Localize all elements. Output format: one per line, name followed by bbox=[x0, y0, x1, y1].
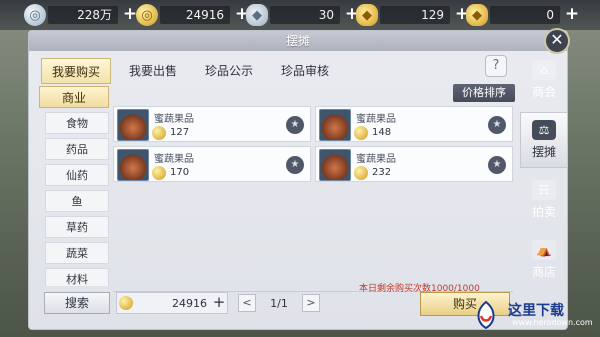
star-icon[interactable]: ★ bbox=[286, 156, 304, 174]
balance-field: 24916 + bbox=[116, 292, 228, 314]
panel-title: 摆摊 bbox=[29, 31, 567, 51]
category-item[interactable]: 鱼 bbox=[45, 190, 109, 212]
stall-panel: 摆摊 我要购买 我要出售 珍品公示 珍品审核 ? 价格排序 商业 食物 药品 仙… bbox=[28, 30, 568, 330]
category-item[interactable]: 草药 bbox=[45, 216, 109, 238]
tab-bar: 我要购买 我要出售 珍品公示 珍品审核 bbox=[41, 58, 347, 84]
item-name: 蜜蔬果品 bbox=[154, 154, 194, 165]
gold-coin-icon bbox=[354, 166, 368, 180]
watermark-logo-icon bbox=[477, 300, 495, 330]
currency-value: 0 bbox=[490, 6, 560, 24]
balance-value: 24916 bbox=[172, 296, 207, 310]
tab-sell[interactable]: 我要出售 bbox=[119, 58, 187, 84]
side-nav: ⌂ 商会 ⚖ 摆摊 ☷ 拍卖 ⛺ 商店 bbox=[520, 52, 568, 292]
item-name: 蜜蔬果品 bbox=[356, 114, 396, 125]
gold-coin-icon bbox=[152, 166, 166, 180]
gold-coin-icon bbox=[152, 126, 166, 140]
item-price: 127 bbox=[170, 127, 190, 138]
currency-value: 30 bbox=[270, 6, 340, 24]
nav-label: 拍卖 bbox=[531, 205, 556, 219]
category-item[interactable]: 药品 bbox=[45, 138, 109, 160]
search-button[interactable]: 搜索 bbox=[44, 292, 110, 314]
store-icon: ⛺ bbox=[532, 240, 556, 260]
tab-treasure-public[interactable]: 珍品公示 bbox=[195, 58, 263, 84]
nav-store[interactable]: ⛺ 商店 bbox=[520, 232, 568, 288]
item-price: 148 bbox=[372, 127, 392, 138]
item-price: 170 bbox=[170, 167, 190, 178]
food-icon bbox=[319, 149, 351, 181]
item-name: 蜜蔬果品 bbox=[356, 154, 396, 165]
star-icon[interactable]: ★ bbox=[488, 156, 506, 174]
item-card[interactable]: 蜜蔬果品 170 ★ bbox=[113, 146, 311, 182]
tab-buy[interactable]: 我要购买 bbox=[41, 58, 112, 84]
currency-gold: ◎ 24916 + bbox=[136, 4, 250, 26]
item-card[interactable]: 蜜蔬果品 148 ★ bbox=[315, 106, 513, 142]
add-balance-button[interactable]: + bbox=[211, 295, 227, 311]
gold-coin-icon bbox=[354, 126, 368, 140]
currency-gold-ingot-2: ◆ 0 + bbox=[466, 4, 580, 26]
next-page-button[interactable]: > bbox=[302, 294, 320, 312]
auction-icon: ☷ bbox=[532, 180, 556, 200]
shop-icon: ⌂ bbox=[532, 60, 556, 80]
currency-silver: ◎ 228万 + bbox=[24, 4, 138, 26]
category-item[interactable]: 材料 bbox=[45, 268, 109, 286]
stall-icon: ⚖ bbox=[532, 120, 556, 140]
item-card[interactable]: 蜜蔬果品 232 ★ bbox=[315, 146, 513, 182]
tab-treasure-review[interactable]: 珍品审核 bbox=[271, 58, 339, 84]
food-icon bbox=[117, 149, 149, 181]
currency-gold-ingot: ◆ 129 + bbox=[356, 4, 470, 26]
help-button[interactable]: ? bbox=[485, 55, 507, 77]
star-icon[interactable]: ★ bbox=[286, 116, 304, 134]
star-icon[interactable]: ★ bbox=[488, 116, 506, 134]
item-card[interactable]: 蜜蔬果品 127 ★ bbox=[113, 106, 311, 142]
category-header[interactable]: 商业 bbox=[39, 86, 109, 108]
close-button[interactable]: ✕ bbox=[544, 28, 570, 54]
silver-coin-icon: ◎ bbox=[24, 4, 46, 26]
watermark-text: 这里下载 bbox=[508, 303, 564, 319]
gold-ingot-icon: ◆ bbox=[466, 4, 488, 26]
prev-page-button[interactable]: < bbox=[238, 294, 256, 312]
pager: < 1/1 > bbox=[238, 294, 320, 312]
category-item[interactable]: 蔬菜 bbox=[45, 242, 109, 264]
add-gold-ingot-2-button[interactable]: + bbox=[564, 6, 580, 23]
silver-ingot-icon: ◆ bbox=[246, 4, 268, 26]
gold-coin-icon: ◎ bbox=[136, 4, 158, 26]
food-icon bbox=[117, 109, 149, 141]
category-item[interactable]: 仙药 bbox=[45, 164, 109, 186]
nav-shop[interactable]: ⌂ 商会 bbox=[520, 52, 568, 108]
nav-stall[interactable]: ⚖ 摆摊 bbox=[520, 112, 568, 168]
page-indicator: 1/1 bbox=[270, 296, 288, 310]
nav-label: 商会 bbox=[531, 85, 556, 99]
item-name: 蜜蔬果品 bbox=[154, 114, 194, 125]
currency-bar: ◎ 228万 + ◎ 24916 + ◆ 30 + ◆ 129 + ◆ 0 + bbox=[0, 0, 600, 30]
category-item[interactable]: 食物 bbox=[45, 112, 109, 134]
nav-label: 摆摊 bbox=[531, 145, 556, 159]
nav-label: 商店 bbox=[531, 265, 556, 279]
nav-auction[interactable]: ☷ 拍卖 bbox=[520, 172, 568, 228]
gold-coin-icon bbox=[119, 296, 133, 310]
currency-silver-ingot: ◆ 30 + bbox=[246, 4, 360, 26]
gold-ingot-icon: ◆ bbox=[356, 4, 378, 26]
currency-value: 228万 bbox=[48, 6, 118, 24]
food-icon bbox=[319, 109, 351, 141]
currency-value: 24916 bbox=[160, 6, 230, 24]
item-price: 232 bbox=[372, 167, 392, 178]
watermark-url: www.herodown.com bbox=[512, 318, 593, 327]
price-sort-button[interactable]: 价格排序 bbox=[453, 84, 515, 102]
currency-value: 129 bbox=[380, 6, 450, 24]
category-list: 商业 食物 药品 仙药 鱼 草药 蔬菜 材料 bbox=[39, 86, 109, 286]
